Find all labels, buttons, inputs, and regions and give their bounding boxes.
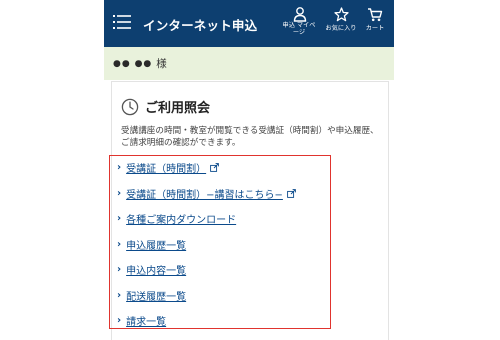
favorites-label: お気に入り [325, 25, 357, 32]
external-link-icon [210, 162, 219, 172]
section-title: ご利用照会 [145, 101, 211, 116]
chevron-right-icon: › [117, 314, 122, 326]
inquiry-link-label[interactable]: 受講証（時間割）−講習はこちら− [126, 186, 283, 201]
menu-icon[interactable] [113, 14, 131, 30]
cart-icon [368, 8, 383, 22]
app-header: インターネット申込 申込 マイページ お気に入り カート [104, 0, 394, 47]
cart-button[interactable]: カート [361, 7, 389, 32]
external-link-icon [287, 188, 296, 198]
inquiry-link[interactable]: › 請求一覧 [117, 313, 166, 328]
chevron-right-icon: › [117, 187, 122, 199]
inquiry-link-label[interactable]: 各種ご案内ダウンロード [126, 211, 236, 226]
inquiry-link[interactable]: › 受講証（時間割）−講習はこちら− [117, 186, 296, 201]
inquiry-link[interactable]: › 申込履歴一覧 [117, 237, 186, 252]
section-description: 受講講座の時間・教室が閲覧できる受講証（時間割）や申込履歴、ご請求明細の確認がで… [121, 126, 379, 148]
honorific: 様 [156, 58, 167, 70]
user-icon [293, 7, 307, 22]
inquiry-link[interactable]: › 受講証（時間割） [117, 160, 219, 175]
chevron-right-icon: › [117, 161, 122, 173]
chevron-right-icon: › [117, 263, 122, 275]
app-title[interactable]: インターネット申込 [143, 15, 257, 34]
inquiry-link-label[interactable]: 請求一覧 [126, 313, 166, 328]
clock-icon [121, 98, 139, 115]
cart-label: カート [365, 25, 385, 32]
inquiry-link[interactable]: › 配送履歴一覧 [117, 288, 186, 303]
user-name: ●● ●● [113, 58, 153, 69]
inquiry-link[interactable]: › 申込内容一覧 [117, 262, 186, 277]
inquiry-link-label[interactable]: 申込履歴一覧 [126, 237, 186, 252]
mypage-label: 申込 マイページ [282, 22, 316, 36]
chevron-right-icon: › [117, 289, 122, 301]
favorites-button[interactable]: お気に入り [324, 7, 358, 32]
mypage-button[interactable]: 申込 マイページ [282, 7, 318, 36]
inquiry-link-label[interactable]: 申込内容一覧 [126, 262, 186, 277]
greeting-bar: ●● ●● 様 [104, 47, 394, 80]
section-heading: ご利用照会 [121, 97, 210, 116]
chevron-right-icon: › [117, 212, 122, 224]
inquiry-link-label[interactable]: 受講証（時間割） [126, 160, 206, 175]
chevron-right-icon: › [117, 238, 122, 250]
inquiry-link[interactable]: › 各種ご案内ダウンロード [117, 211, 236, 226]
star-icon [333, 7, 349, 22]
inquiry-link-label[interactable]: 配送履歴一覧 [126, 288, 186, 303]
